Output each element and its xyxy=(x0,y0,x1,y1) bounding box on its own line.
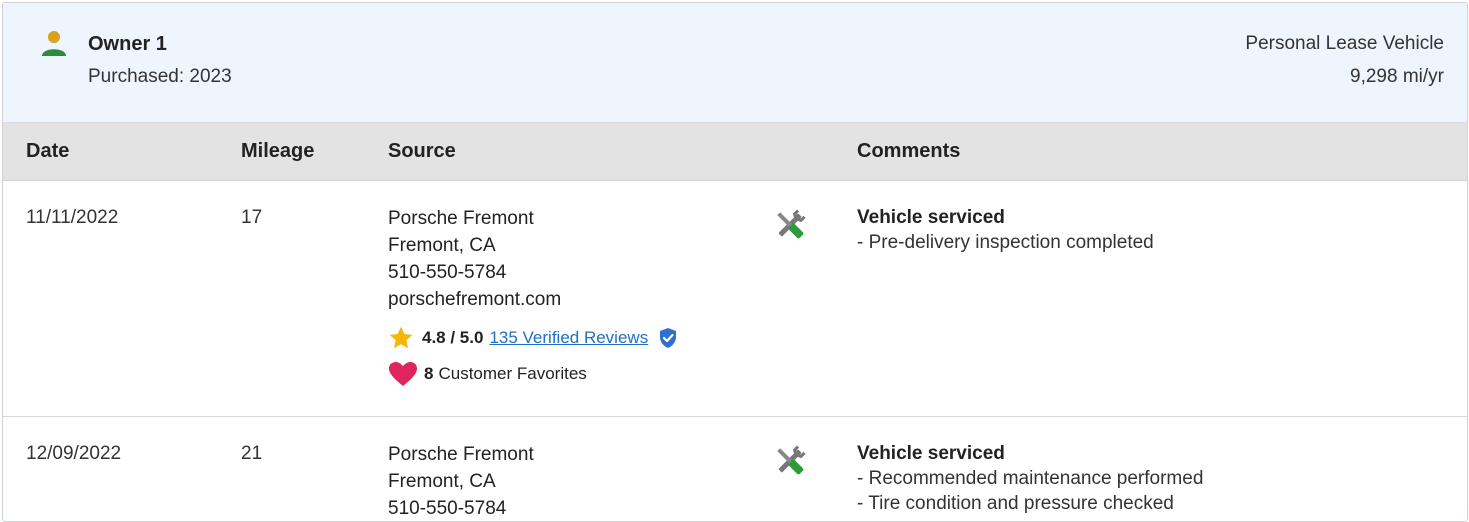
comment-line: - Pre-delivery inspection completed xyxy=(857,232,1154,253)
comment-line: - Recommended maintenance performed xyxy=(857,468,1204,489)
column-date: Date xyxy=(26,140,70,162)
favorites-label: Customer Favorites xyxy=(438,364,587,383)
source-phone: 510-550-5784 xyxy=(388,262,507,283)
record-comments: Vehicle serviced - Pre-delivery inspecti… xyxy=(857,205,1154,255)
verified-reviews-link[interactable]: 135 Verified Reviews xyxy=(489,328,648,348)
record-source: Porsche Fremont Fremont, CA 510-550-5784… xyxy=(388,205,678,387)
rating-value: 4.8 / 5.0 xyxy=(422,328,484,347)
vehicle-history-panel: Owner 1 Purchased: 2023 Personal Lease V… xyxy=(2,2,1468,522)
source-name: Porsche Fremont xyxy=(388,444,534,465)
owner-header: Owner 1 Purchased: 2023 Personal Lease V… xyxy=(3,3,1467,123)
wrench-screwdriver-icon xyxy=(777,209,806,239)
record-mileage: 17 xyxy=(241,207,263,228)
source-website: porschefremont.com xyxy=(388,289,562,310)
favorites-count: 8 xyxy=(424,364,434,383)
shield-check-icon xyxy=(660,328,677,348)
owner-title: Owner 1 xyxy=(88,33,167,55)
source-location: Fremont, CA xyxy=(388,471,496,492)
comment-title: Vehicle serviced xyxy=(857,207,1005,228)
miles-per-year: 9,298 mi/yr xyxy=(1350,66,1444,87)
source-name: Porsche Fremont xyxy=(388,208,534,229)
column-mileage: Mileage xyxy=(241,140,315,162)
person-icon xyxy=(42,31,66,56)
rating-line: 4.8 / 5.0 135 Verified Reviews xyxy=(388,325,678,351)
wrench-screwdriver-icon xyxy=(777,445,806,475)
record-comments: Vehicle serviced - Recommended maintenan… xyxy=(857,441,1203,516)
table-row: 12/09/2022 21 Porsche Fremont Fremont, C… xyxy=(3,417,1467,521)
column-comments: Comments xyxy=(857,140,961,162)
purchased-year: Purchased: 2023 xyxy=(88,66,232,87)
star-icon xyxy=(389,326,413,349)
column-source: Source xyxy=(388,140,456,162)
usage-type: Personal Lease Vehicle xyxy=(1245,33,1444,54)
record-source: Porsche Fremont Fremont, CA 510-550-5784 xyxy=(388,441,534,521)
heart-icon xyxy=(389,362,417,386)
source-phone: 510-550-5784 xyxy=(388,498,507,519)
comment-title: Vehicle serviced xyxy=(857,443,1005,464)
source-location: Fremont, CA xyxy=(388,235,496,256)
table-header: Date Mileage Source Comments xyxy=(3,123,1467,181)
record-mileage: 21 xyxy=(241,443,263,464)
record-date: 11/11/2022 xyxy=(26,207,119,228)
record-date: 12/09/2022 xyxy=(26,443,122,464)
table-row: 11/11/2022 17 Porsche Fremont Fremont, C… xyxy=(3,181,1467,417)
favorites-line: 8 Customer Favorites xyxy=(388,361,678,387)
